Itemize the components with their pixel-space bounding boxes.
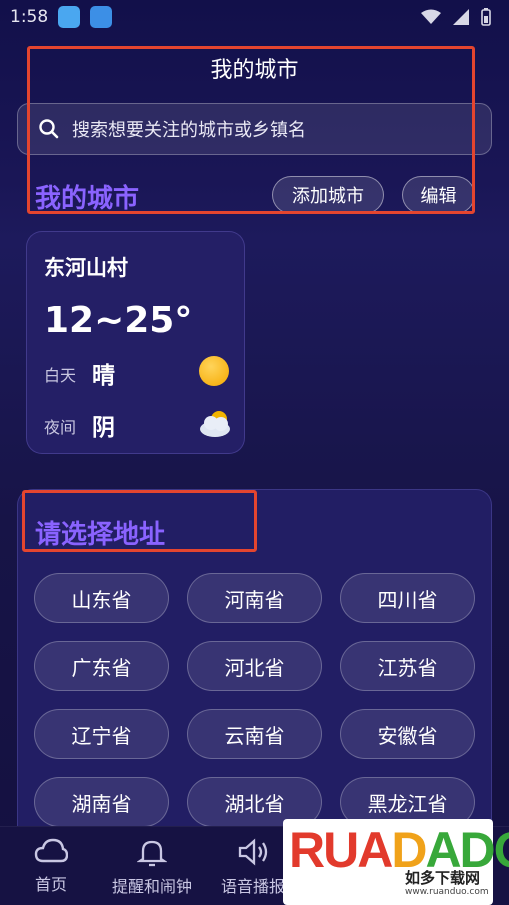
search-placeholder: 搜索想要关注的城市或乡镇名	[72, 120, 306, 141]
status-bar: 1:58	[0, 0, 509, 34]
watermark-cn: 如多下载网	[405, 869, 481, 887]
cloud-icon	[200, 411, 230, 437]
province-hunan[interactable]: 湖南省	[34, 777, 169, 827]
page-title: 我的城市	[210, 58, 299, 83]
sun-icon	[199, 356, 229, 386]
province-shandong[interactable]: 山东省	[34, 573, 169, 623]
add-city-button[interactable]: 添加城市	[272, 176, 384, 214]
status-indicators	[421, 8, 491, 26]
day-condition: 晴	[92, 363, 115, 389]
city-card[interactable]: 东河山村 12~25° 白天 晴 夜间 阴	[26, 231, 245, 454]
night-condition: 阴	[92, 415, 115, 441]
edit-button[interactable]: 编辑	[402, 176, 475, 214]
night-label: 夜间	[44, 418, 77, 437]
cloud-home-icon	[34, 838, 68, 863]
nav-reminders[interactable]: 提醒和闹钟	[97, 837, 207, 897]
province-henan[interactable]: 河南省	[187, 573, 322, 623]
temperature-range: 12~25°	[44, 300, 193, 341]
watermark-logo: RUADADO 如多下载网 www.ruanduo.com	[283, 819, 509, 905]
bell-icon	[137, 840, 167, 867]
wifi-icon	[421, 9, 441, 24]
nav-reminders-label: 提醒和闹钟	[111, 877, 192, 896]
province-liaoning[interactable]: 辽宁省	[34, 709, 169, 759]
province-hebei[interactable]: 河北省	[187, 641, 322, 691]
province-jiangsu[interactable]: 江苏省	[340, 641, 475, 691]
weather-app-icon	[58, 6, 80, 28]
province-anhui[interactable]: 安徽省	[340, 709, 475, 759]
status-time: 1:58	[10, 7, 49, 27]
province-sichuan[interactable]: 四川省	[340, 573, 475, 623]
night-weather-row: 夜间 阴	[44, 406, 230, 442]
signal-icon	[453, 9, 469, 25]
city-name: 东河山村	[44, 256, 128, 280]
cloud-app-icon	[90, 6, 112, 28]
nav-home-label: 首页	[34, 875, 67, 894]
watermark-url: www.ruanduo.com	[405, 887, 489, 897]
select-address-title: 请选择地址	[35, 520, 166, 550]
search-icon	[39, 119, 59, 139]
day-label: 白天	[44, 366, 77, 385]
province-yunnan[interactable]: 云南省	[187, 709, 322, 759]
search-input[interactable]: 搜索想要关注的城市或乡镇名	[17, 103, 492, 155]
my-cities-title: 我的城市	[35, 184, 140, 214]
speaker-icon	[238, 838, 268, 866]
day-weather-row: 白天 晴	[44, 354, 229, 390]
battery-icon	[481, 8, 491, 26]
nav-home[interactable]: 首页	[0, 837, 106, 895]
province-guangdong[interactable]: 广东省	[34, 641, 169, 691]
